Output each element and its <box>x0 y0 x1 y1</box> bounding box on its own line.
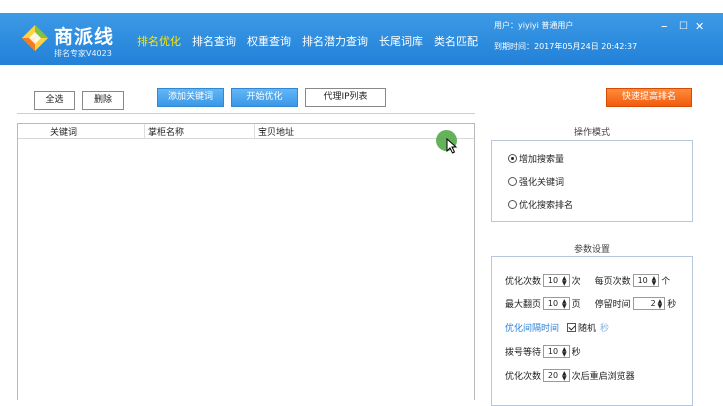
brand-name: 商派线 <box>54 26 115 48</box>
close-icon[interactable]: ✕ <box>695 20 704 33</box>
brand-version: 排名专家V4023 <box>54 49 112 58</box>
minimize-icon[interactable]: – <box>661 19 668 34</box>
second-unit: 秒 <box>667 300 677 310</box>
user-info: 用户：yiyiyi 普通用户 <box>494 21 574 30</box>
column-shop-name[interactable]: 掌柜名称 <box>148 125 184 138</box>
delete-button[interactable]: 删除 <box>82 91 124 110</box>
mode-option-increase-search[interactable]: 增加搜索量 <box>508 152 564 165</box>
param-row-page: 最大翻页 10 ▲ ▼ 页 停留时间 2 ▲ ▼ 秒 <box>505 297 676 310</box>
stepper-arrows-icon[interactable]: ▲ ▼ <box>562 298 567 309</box>
quick-rank-button[interactable]: 快速提高排名 <box>606 88 692 107</box>
param-row-restart: 优化次数 20 ▲ ▼ 次后重启浏览器 <box>505 369 635 382</box>
page-unit: 页 <box>571 300 581 310</box>
max-page-stepper[interactable]: 10 ▲ ▼ <box>543 297 570 310</box>
optimize-times-label: 优化次数 <box>505 277 542 287</box>
nav-longtail-library[interactable]: 长尾词库 <box>379 33 423 49</box>
stepper-arrows-icon[interactable]: ▲ ▼ <box>562 275 567 286</box>
column-item-url[interactable]: 宝贝地址 <box>258 125 294 138</box>
logo-icon <box>22 25 48 51</box>
radio-button[interactable] <box>508 177 517 186</box>
param-row-dial: 拨号等待 10 ▲ ▼ 秒 <box>505 345 581 358</box>
per-page-label: 每页次数 <box>594 277 631 287</box>
random-label: 随机 <box>578 324 597 334</box>
column-keyword[interactable]: 关键词 <box>50 125 77 138</box>
nav-rank-query[interactable]: 排名查询 <box>192 33 236 49</box>
mode-option-optimize-rank[interactable]: 优化搜索排名 <box>508 198 573 211</box>
radio-button[interactable] <box>508 154 517 163</box>
maximize-icon[interactable]: ☐ <box>679 21 688 32</box>
params-title: 参数设置 <box>573 245 610 255</box>
app-header: 商派线 排名专家V4023 排名优化 排名查询 权重查询 排名潜力查询 长尾词库… <box>0 13 723 65</box>
param-row-interval: 优化间隔时间 随机 秒 <box>505 321 609 334</box>
mode-option-label: 增加搜索量 <box>519 155 565 165</box>
stepper-arrows-icon[interactable]: ▲ ▼ <box>562 370 567 381</box>
max-page-label: 最大翻页 <box>505 300 542 310</box>
per-page-stepper[interactable]: 10 ▲ ▼ <box>632 274 660 287</box>
per-page-unit: 个 <box>661 277 671 287</box>
select-all-button[interactable]: 全选 <box>34 91 75 110</box>
mouse-cursor-icon <box>446 138 458 154</box>
stepper-arrows-icon[interactable]: ▲ ▼ <box>562 346 567 357</box>
stay-time-label: 停留时间 <box>594 300 631 310</box>
nav-weight-query[interactable]: 权重查询 <box>247 33 291 49</box>
nav-category-match[interactable]: 类名匹配 <box>434 33 478 49</box>
keyword-table[interactable]: 关键词 掌柜名称 宝贝地址 <box>17 123 475 400</box>
checkbox[interactable] <box>567 323 577 332</box>
nav-potential-query[interactable]: 排名潜力查询 <box>302 33 368 49</box>
nav-rank-optimize[interactable]: 排名优化 <box>137 33 181 49</box>
start-optimize-button[interactable]: 开始优化 <box>231 88 298 107</box>
times-unit: 次 <box>571 277 581 287</box>
stepper-arrows-icon[interactable]: ▲ ▼ <box>658 298 663 309</box>
add-keyword-button[interactable]: 添加关键词 <box>157 88 224 107</box>
toolbar-divider <box>17 113 475 114</box>
param-row-times: 优化次数 10 ▲ ▼ 次 每页次数 10 ▲ ▼ 个 <box>505 274 670 287</box>
dial-unit: 秒 <box>571 348 581 358</box>
restart-times-label: 优化次数 <box>505 372 542 382</box>
dial-wait-stepper[interactable]: 10 ▲ ▼ <box>543 345 570 358</box>
optimize-times-stepper[interactable]: 10 ▲ ▼ <box>543 274 570 287</box>
expiry-time: 到期时间：2017年05月24日 20:42:37 <box>494 42 638 51</box>
restart-suffix: 次后重启浏览器 <box>571 372 635 382</box>
random-checkbox[interactable]: 随机 <box>567 321 596 334</box>
main-nav: 排名优化 排名查询 权重查询 排名潜力查询 长尾词库 类名匹配 <box>137 33 489 49</box>
radio-button[interactable] <box>508 200 517 209</box>
mode-option-label: 强化关键词 <box>519 178 565 188</box>
mode-option-strengthen-keyword[interactable]: 强化关键词 <box>508 175 564 188</box>
restart-times-stepper[interactable]: 20 ▲ ▼ <box>543 369 570 382</box>
dial-wait-label: 拨号等待 <box>505 348 542 358</box>
interval-unit: 秒 <box>600 324 610 334</box>
interval-label: 优化间隔时间 <box>505 324 560 334</box>
proxy-list-button[interactable]: 代理IP列表 <box>305 88 386 107</box>
table-header: 关键词 掌柜名称 宝贝地址 <box>18 124 474 139</box>
stepper-arrows-icon[interactable]: ▲ ▼ <box>652 275 657 286</box>
stay-time-stepper[interactable]: 2 ▲ ▼ <box>632 297 666 310</box>
column-divider[interactable] <box>144 124 145 138</box>
mode-option-label: 优化搜索排名 <box>519 201 574 211</box>
mode-title: 操作模式 <box>573 128 610 138</box>
column-divider[interactable] <box>254 124 255 138</box>
